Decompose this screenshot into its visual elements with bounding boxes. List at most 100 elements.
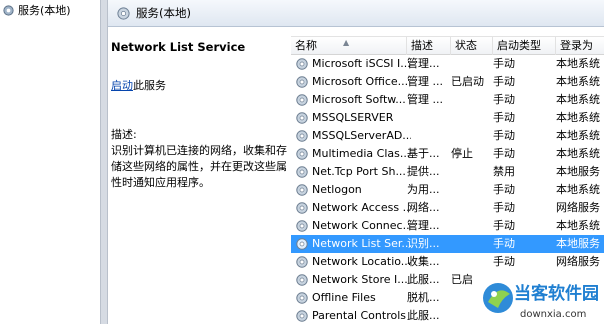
column-header-name[interactable]: 名称 ▲ bbox=[291, 37, 407, 55]
service-startup-type: 手动 bbox=[493, 129, 515, 142]
description-text: 识别计算机已连接的网络，收集和存储这些网络的属性，并在更改这些属性时通知应用程序… bbox=[111, 144, 287, 189]
service-name: Microsoft Softw... bbox=[312, 93, 406, 106]
service-startup-type: 手动 bbox=[493, 57, 515, 70]
service-log-on-as: 本地系统 bbox=[556, 183, 600, 196]
service-name: Microsoft iSCSI I... bbox=[312, 57, 411, 70]
service-gear-icon bbox=[296, 202, 308, 214]
table-row[interactable]: Microsoft iSCSI I... 管理... 手动 本地系统 bbox=[291, 55, 604, 73]
service-gear-icon bbox=[296, 76, 308, 88]
start-service-suffix: 此服务 bbox=[133, 79, 166, 92]
service-startup-type: 手动 bbox=[493, 75, 515, 88]
service-status bbox=[451, 55, 493, 73]
service-name: Netlogon bbox=[312, 183, 362, 196]
table-row[interactable]: Network Locatio... 收集... 手动 网络服务 bbox=[291, 253, 604, 271]
service-description bbox=[407, 109, 447, 127]
watermark-brand-text: 当客软件园 bbox=[514, 283, 599, 304]
column-header-startup-type[interactable]: 启动类型 bbox=[493, 37, 556, 55]
service-log-on-as: 网络服务 bbox=[556, 255, 600, 268]
service-name-cell: MSSQLSERVER bbox=[295, 109, 411, 127]
service-description: 管理... bbox=[407, 219, 440, 232]
service-name: MSSQLServerAD... bbox=[312, 129, 411, 142]
service-log-on-as: 本地系统 bbox=[556, 57, 600, 70]
pane-splitter[interactable] bbox=[100, 0, 108, 324]
service-status: 停止 bbox=[451, 147, 473, 160]
description-panel: Network List Service 启动此服务 描述: 识别计算机已连接的… bbox=[108, 27, 289, 324]
table-row[interactable]: Network Connec... 管理... 手动 本地系统 bbox=[291, 217, 604, 235]
services-gear-icon bbox=[117, 6, 130, 20]
service-log-on-as: 本地系统 bbox=[556, 219, 600, 232]
watermark-url-text: downxia.com bbox=[520, 309, 586, 320]
service-name: Net.Tcp Port Sh... bbox=[312, 165, 406, 178]
service-description: 此服... bbox=[407, 309, 440, 322]
service-description: 脱机... bbox=[407, 291, 440, 304]
service-status bbox=[451, 217, 493, 235]
service-log-on-as: 本地系统 bbox=[556, 93, 600, 106]
service-name: Microsoft Office... bbox=[312, 75, 409, 88]
service-name-cell: Network List Ser... bbox=[295, 235, 411, 253]
service-description: 收集... bbox=[407, 255, 440, 268]
service-startup-type: 手动 bbox=[493, 183, 515, 196]
tree-node-services-local[interactable]: 服务(本地) bbox=[2, 2, 71, 18]
service-description: 识别... bbox=[407, 237, 440, 250]
service-description bbox=[407, 127, 447, 145]
table-row[interactable]: Network Access ... 网络... 手动 网络服务 bbox=[291, 199, 604, 217]
service-log-on-as: 本地系统 bbox=[556, 147, 600, 160]
service-description: 基于... bbox=[407, 147, 440, 160]
sort-arrow-icon: ▲ bbox=[343, 38, 350, 47]
selected-service-name: Network List Service bbox=[111, 40, 246, 54]
table-row[interactable]: Microsoft Office... 管理 ... 已启动 手动 本地系统 bbox=[291, 73, 604, 91]
service-name-cell: Net.Tcp Port Sh... bbox=[295, 163, 411, 181]
services-gear-icon bbox=[3, 4, 14, 16]
service-gear-icon bbox=[296, 256, 308, 268]
service-log-on-as: 本地系统 bbox=[556, 129, 600, 142]
service-description: 此服... bbox=[407, 273, 440, 286]
service-description: 提供... bbox=[407, 165, 440, 178]
table-row[interactable]: MSSQLServerAD... 手动 本地系统 bbox=[291, 127, 604, 145]
tree-node-label: 服务(本地) bbox=[18, 4, 71, 17]
service-name-cell: Microsoft Office... bbox=[295, 73, 411, 91]
table-row[interactable]: Microsoft Softw... 管理 ... 手动 本地系统 bbox=[291, 91, 604, 109]
service-status bbox=[451, 253, 493, 271]
service-name: Network Connec... bbox=[312, 219, 411, 232]
service-description: 管理 ... bbox=[407, 75, 443, 88]
service-status bbox=[451, 163, 493, 181]
service-name: Multimedia Clas... bbox=[312, 147, 411, 160]
service-startup-type: 手动 bbox=[493, 93, 515, 106]
table-row[interactable]: Net.Tcp Port Sh... 提供... 禁用 本地服务 bbox=[291, 163, 604, 181]
service-name-cell: MSSQLServerAD... bbox=[295, 127, 411, 145]
service-name-cell: Network Locatio... bbox=[295, 253, 411, 271]
service-gear-icon bbox=[296, 58, 308, 70]
service-startup-type: 禁用 bbox=[493, 165, 515, 178]
service-name: Offline Files bbox=[312, 291, 376, 304]
service-startup-type: 手动 bbox=[493, 111, 515, 124]
table-row[interactable]: Network List Ser... 识别... 手动 本地服务 bbox=[291, 235, 604, 253]
service-description: 网络... bbox=[407, 201, 440, 214]
column-header-status[interactable]: 状态 bbox=[451, 37, 493, 55]
site-watermark-logo: 当客软件园 downxia.com bbox=[483, 283, 599, 320]
service-gear-icon bbox=[296, 292, 308, 304]
table-row[interactable]: MSSQLSERVER 手动 本地系统 bbox=[291, 109, 604, 127]
description-label: 描述: bbox=[111, 128, 137, 141]
service-name-cell: Multimedia Clas... bbox=[295, 145, 411, 163]
service-gear-icon bbox=[296, 274, 308, 286]
start-service-link[interactable]: 启动 bbox=[111, 79, 133, 92]
service-name: Network Store I... bbox=[312, 273, 408, 286]
table-row[interactable]: Multimedia Clas... 基于... 停止 手动 本地系统 bbox=[291, 145, 604, 163]
column-header-name-label: 名称 bbox=[295, 39, 317, 52]
service-status bbox=[451, 91, 493, 109]
service-status bbox=[451, 109, 493, 127]
column-header-log-on-as[interactable]: 登录为 bbox=[556, 37, 604, 55]
service-status: 已启动 bbox=[451, 75, 484, 88]
column-header-description[interactable]: 描述 bbox=[407, 37, 451, 55]
service-gear-icon bbox=[296, 220, 308, 232]
service-gear-icon bbox=[296, 130, 308, 142]
service-status bbox=[451, 127, 493, 145]
table-row[interactable]: Netlogon 为用... 手动 本地系统 bbox=[291, 181, 604, 199]
service-log-on-as: 网络服务 bbox=[556, 201, 600, 214]
service-log-on-as: 本地服务 bbox=[556, 165, 600, 178]
service-startup-type: 手动 bbox=[493, 147, 515, 160]
console-tree: 服务(本地) bbox=[0, 0, 100, 324]
list-header: 名称 ▲ 描述 状态 启动类型 登录为 bbox=[291, 36, 604, 55]
service-gear-icon bbox=[296, 166, 308, 178]
service-description: 管理... bbox=[407, 57, 440, 70]
